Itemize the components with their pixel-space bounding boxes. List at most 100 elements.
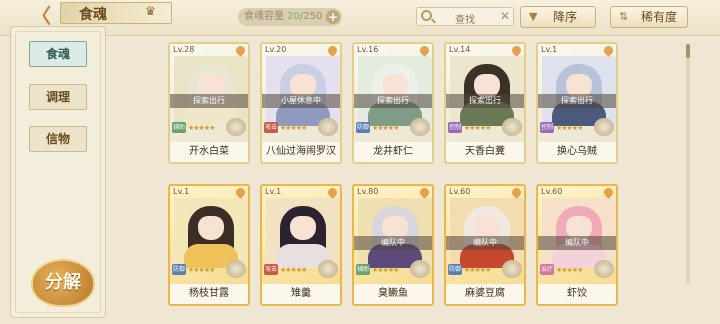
role-badge: 防御 bbox=[448, 264, 462, 275]
character-portrait bbox=[450, 198, 524, 268]
card-name: 雉羹 bbox=[262, 284, 340, 304]
card-name: 麻婆豆腐 bbox=[446, 284, 524, 304]
food-soul-card[interactable]: Lv.14 探索出行 控制 ★★★★★ 天香白糞 bbox=[444, 42, 526, 164]
card-level: Lv.80 bbox=[357, 187, 379, 196]
capacity-label: 食魂容量 bbox=[244, 11, 284, 22]
scroll-thumb[interactable] bbox=[686, 44, 690, 58]
side-panel: 食魂 调理 信物 分解 bbox=[10, 26, 106, 318]
food-soul-card[interactable]: Lv.60 编队中防御 ★★★★★ 麻婆豆腐 bbox=[444, 184, 526, 306]
search-icon bbox=[421, 10, 432, 21]
card-name: 杨枝甘露 bbox=[170, 284, 248, 304]
character-portrait bbox=[542, 198, 616, 268]
heart-icon bbox=[602, 44, 615, 57]
card-level: Lv.16 bbox=[357, 45, 379, 54]
scrollbar[interactable] bbox=[686, 44, 690, 284]
food-soul-card[interactable]: Lv.1 攻击 ★★★★★ 雉羹 bbox=[260, 184, 342, 306]
capacity-current: 20 bbox=[287, 11, 300, 22]
capacity-display: 食魂容量 20/250 + bbox=[238, 8, 342, 26]
food-soul-card[interactable]: Lv.60 编队中 治疗 ★★★★★ 虾饺 bbox=[536, 184, 618, 306]
food-emblem-icon bbox=[226, 118, 246, 136]
role-badge: 防御 bbox=[172, 264, 186, 275]
card-name: 八仙过海闹罗汉 bbox=[262, 142, 340, 162]
heart-icon bbox=[234, 44, 247, 57]
food-emblem-icon bbox=[410, 118, 430, 136]
role-badge: 控制 bbox=[448, 122, 462, 133]
card-level: Lv.1 bbox=[265, 187, 282, 196]
card-name: 开水白菜 bbox=[170, 142, 248, 162]
star-rating: ★★★★★ bbox=[464, 124, 491, 132]
food-emblem-icon bbox=[594, 118, 614, 136]
rarity-label: 稀有度 bbox=[641, 10, 678, 24]
back-button[interactable]: 〈 bbox=[26, 2, 56, 28]
star-rating: ★★★★★ bbox=[188, 266, 215, 274]
top-bar: 〈 食魂 ♛ 食魂容量 20/250 + 查找 ✕ ▼ 降序 ⇅ 稀有度 bbox=[0, 0, 720, 36]
role-badge: 辅助 bbox=[356, 264, 370, 275]
crown-icon: ♛ bbox=[145, 4, 156, 18]
search-placeholder: 查找 bbox=[455, 15, 475, 26]
card-status: 探索出行 bbox=[354, 94, 432, 108]
card-name: 换心乌贼 bbox=[538, 142, 616, 162]
food-soul-card[interactable]: Lv.80 编队中 辅助 ★★★★★ 臭鳜鱼 bbox=[352, 184, 434, 306]
heart-icon bbox=[234, 186, 247, 199]
star-rating: ★★★★★ bbox=[464, 266, 491, 274]
decompose-button[interactable]: 分解 bbox=[31, 259, 95, 307]
card-level: Lv.60 bbox=[449, 187, 471, 196]
character-portrait bbox=[450, 56, 524, 126]
food-soul-card[interactable]: Lv.16 探索出行 防御 ★★★★★ 龙井虾仁 bbox=[352, 42, 434, 164]
heart-icon bbox=[418, 44, 431, 57]
star-rating: ★★★★★ bbox=[372, 266, 399, 274]
back-arrow-icon: 〈 bbox=[31, 3, 51, 28]
star-rating: ★★★★★ bbox=[556, 266, 583, 274]
sort-order-button[interactable]: ▼ 降序 bbox=[520, 6, 596, 28]
sort-label: 降序 bbox=[553, 10, 578, 24]
food-emblem-icon bbox=[318, 260, 338, 278]
heart-icon bbox=[326, 44, 339, 57]
card-name: 龙井虾仁 bbox=[354, 142, 432, 162]
role-badge: 控制 bbox=[540, 122, 554, 133]
search-input[interactable]: 查找 ✕ bbox=[416, 7, 514, 26]
star-rating: ★★★★★ bbox=[280, 266, 307, 274]
close-icon[interactable]: ✕ bbox=[500, 9, 510, 23]
star-rating: ★★★★★ bbox=[556, 124, 583, 132]
card-level: Lv.1 bbox=[173, 187, 190, 196]
card-level: Lv.60 bbox=[541, 187, 563, 196]
food-soul-card[interactable]: Lv.1 探索出行 控制 ★★★★★ 换心乌贼 bbox=[536, 42, 618, 164]
card-level: Lv.20 bbox=[265, 45, 287, 54]
character-portrait bbox=[266, 56, 340, 126]
tab-tokens[interactable]: 信物 bbox=[29, 126, 87, 152]
capacity-max: /250 bbox=[299, 11, 323, 22]
heart-icon bbox=[510, 186, 523, 199]
food-soul-card[interactable]: Lv.1 防御 ★★★★★ 杨枝甘露 bbox=[168, 184, 250, 306]
food-emblem-icon bbox=[502, 118, 522, 136]
food-soul-grid: Lv.28 探索出行 辅助 ★★★★★ 开水白菜 Lv.20 小屋休息中 攻击 ★★★★★ 八仙过… bbox=[168, 42, 624, 324]
card-status: 编队中 bbox=[446, 236, 524, 250]
filter-icon: ⇅ bbox=[619, 10, 629, 23]
food-soul-card[interactable]: Lv.20 小屋休息中 攻击 ★★★★★ 八仙过海闹罗汉 bbox=[260, 42, 342, 164]
card-name: 天香白糞 bbox=[446, 142, 524, 162]
star-rating: ★★★★★ bbox=[188, 124, 215, 132]
character-portrait bbox=[542, 56, 616, 126]
tab-seasoning[interactable]: 调理 bbox=[29, 84, 87, 110]
star-rating: ★★★★★ bbox=[372, 124, 399, 132]
heart-icon bbox=[510, 44, 523, 57]
character-portrait bbox=[358, 198, 432, 268]
character-portrait bbox=[358, 56, 432, 126]
character-portrait bbox=[266, 198, 340, 268]
card-status: 小屋休息中 bbox=[262, 94, 340, 108]
tab-food-souls[interactable]: 食魂 bbox=[29, 41, 87, 67]
food-emblem-icon bbox=[226, 260, 246, 278]
food-emblem-icon bbox=[502, 260, 522, 278]
card-status: 编队中 bbox=[538, 236, 616, 250]
role-badge: 治疗 bbox=[540, 264, 554, 275]
rarity-filter-button[interactable]: ⇅ 稀有度 bbox=[610, 6, 688, 28]
card-name: 臭鳜鱼 bbox=[354, 284, 432, 304]
page-title: 食魂 bbox=[79, 7, 107, 23]
food-emblem-icon bbox=[594, 260, 614, 278]
role-badge: 攻击 bbox=[264, 264, 278, 275]
sort-icon: ▼ bbox=[529, 10, 538, 23]
food-soul-card[interactable]: Lv.28 探索出行 辅助 ★★★★★ 开水白菜 bbox=[168, 42, 250, 164]
card-status: 探索出行 bbox=[170, 94, 248, 108]
add-capacity-button[interactable]: + bbox=[326, 10, 340, 24]
character-portrait bbox=[174, 56, 248, 126]
title-plate: 食魂 ♛ bbox=[60, 2, 172, 24]
